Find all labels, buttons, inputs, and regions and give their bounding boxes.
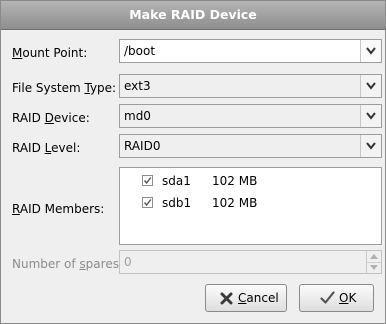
chevron-down-icon	[366, 82, 376, 90]
filesystem-type-dropdown-button[interactable]	[360, 75, 381, 97]
member-size: 102 MB	[212, 196, 258, 210]
raid-members-label: RAID Members:	[12, 202, 105, 216]
member-size: 102 MB	[212, 174, 258, 188]
raid-level-value: RAID0	[124, 139, 161, 153]
filesystem-type-label: File System Type:	[12, 81, 117, 95]
mount-point-dropdown-button[interactable]	[360, 40, 381, 62]
member-device: sda1	[162, 174, 191, 188]
ok-check-icon	[320, 291, 335, 304]
mount-point-input[interactable]: /boot	[124, 44, 155, 58]
spin-down-icon	[370, 265, 378, 270]
raid-level-dropdown-button[interactable]	[360, 135, 381, 157]
checkmark-icon	[143, 199, 152, 207]
spin-down-button[interactable]	[367, 262, 381, 273]
ok-button-label: OK	[339, 291, 357, 305]
cancel-button[interactable]: Cancel	[205, 284, 287, 312]
raid-device-value: md0	[124, 109, 151, 123]
mount-point-combo[interactable]: /boot	[119, 39, 382, 63]
raid-device-label: RAID Device:	[12, 111, 90, 125]
dialog-title: Make RAID Device	[1, 1, 385, 30]
make-raid-dialog: Make RAID Device Mount Point: /boot File…	[0, 0, 386, 324]
chevron-down-icon	[366, 112, 376, 120]
checkmark-icon	[143, 177, 152, 185]
member-device: sdb1	[162, 196, 192, 210]
spin-up-icon	[370, 254, 378, 259]
cancel-button-label: Cancel	[238, 291, 279, 305]
filesystem-type-combo[interactable]: ext3	[119, 74, 382, 98]
chevron-down-icon	[366, 47, 376, 55]
raid-level-combo[interactable]: RAID0	[119, 134, 382, 158]
raid-level-label: RAID Level:	[12, 141, 81, 155]
member-checkbox[interactable]	[142, 175, 153, 186]
raid-device-dropdown-button[interactable]	[360, 105, 381, 127]
ok-button[interactable]: OK	[299, 284, 374, 312]
member-checkbox[interactable]	[142, 197, 153, 208]
mount-point-label: Mount Point:	[12, 46, 88, 60]
cancel-x-icon	[220, 292, 233, 305]
spares-spinbutton[interactable]: 0	[119, 250, 382, 274]
raid-device-combo[interactable]: md0	[119, 104, 382, 128]
filesystem-type-value: ext3	[124, 79, 151, 93]
spares-label: Number of spares:	[12, 257, 123, 271]
spares-spin-buttons	[366, 251, 381, 273]
spares-input[interactable]: 0	[124, 255, 132, 269]
raid-members-list[interactable]: sda1 102 MB sdb1 102 MB	[119, 167, 382, 245]
chevron-down-icon	[366, 142, 376, 150]
